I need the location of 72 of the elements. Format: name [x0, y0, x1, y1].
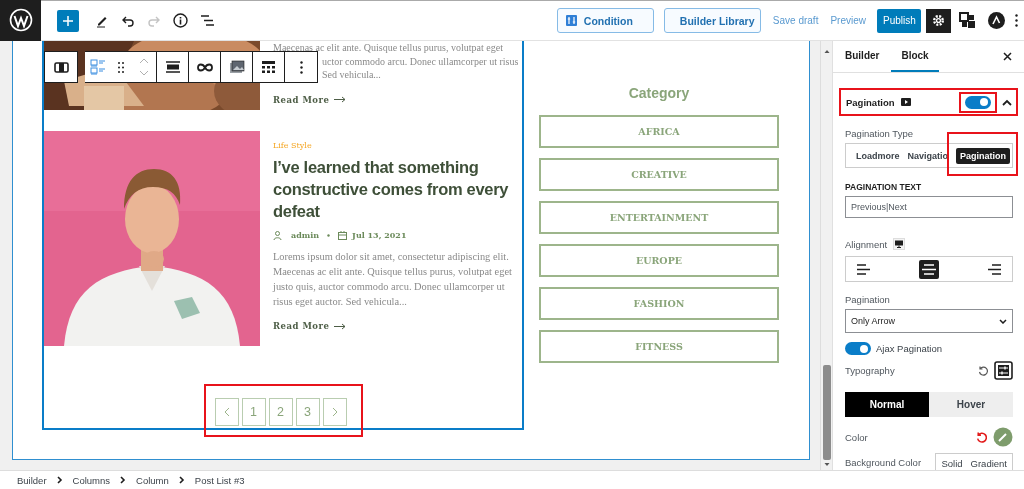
- excerpt-line: Maecenas ac elit ante. Quisque tellus purus, volutpat eget: [273, 41, 504, 55]
- separator-dot: [327, 233, 331, 237]
- align-center-button[interactable]: [919, 259, 939, 279]
- breadcrumb-item[interactable]: Column: [136, 474, 169, 486]
- type-option[interactable]: Gradient: [970, 458, 1007, 469]
- field-label: Pagination: [845, 294, 891, 305]
- toggle-switch[interactable]: [845, 342, 871, 355]
- state-tab[interactable]: Normal: [845, 392, 929, 417]
- breadcrumb-item[interactable]: Builder: [17, 474, 47, 486]
- video-icon: [900, 98, 911, 106]
- user-icon: [273, 230, 282, 240]
- arrow-right-icon: [334, 96, 347, 103]
- settings-sliders-icon[interactable]: [994, 361, 1013, 380]
- info-icon[interactable]: [173, 13, 188, 28]
- color-swatch[interactable]: [993, 427, 1013, 447]
- post-author[interactable]: admin: [291, 230, 320, 240]
- post-date: Jul 13, 2021: [352, 230, 407, 240]
- breadcrumb-item[interactable]: Post List #3: [194, 474, 245, 486]
- desktop-icon[interactable]: [893, 238, 906, 250]
- toggle-switch[interactable]: [965, 95, 991, 109]
- field-label: Color: [845, 431, 868, 443]
- astra-logo-icon[interactable]: [988, 12, 1005, 29]
- blocks-icon[interactable]: [959, 12, 976, 29]
- filter-icon: [565, 15, 577, 26]
- more-options-icon[interactable]: [1015, 14, 1018, 27]
- chevron-icon: [178, 476, 185, 484]
- type-option[interactable]: Solid: [941, 458, 963, 469]
- type-option[interactable]: Loadmore: [852, 147, 904, 164]
- category-label: Life Style: [273, 141, 313, 150]
- chevron-right-icon: [331, 407, 338, 417]
- plus-icon: [62, 14, 74, 27]
- library-button[interactable]: Builder Library: [663, 8, 761, 33]
- field-label: Typography: [845, 365, 895, 376]
- field-label: Background Color: [845, 456, 922, 468]
- chevron-up-icon[interactable]: [1002, 98, 1012, 106]
- excerpt-line: uctor commodo arcu. Donec ullamcorper ut risus: [321, 54, 520, 68]
- reset-icon[interactable]: [978, 365, 988, 376]
- breadcrumb-item[interactable]: Columns: [72, 474, 111, 486]
- highlight-frame: [947, 132, 1018, 176]
- publish-button[interactable]: Publish: [877, 8, 921, 33]
- chevron-icon: [120, 476, 127, 484]
- sidebar-tab[interactable]: Block: [891, 41, 939, 72]
- read-more-link[interactable]: Read More: [273, 321, 347, 331]
- gear-icon: [932, 14, 945, 27]
- excerpt-line: Sed vehicula...: [321, 68, 382, 82]
- dropdown[interactable]: Only Arrow: [845, 309, 1013, 333]
- close-icon[interactable]: [1003, 52, 1012, 61]
- field-label: Pagination Type: [845, 128, 914, 139]
- reset-icon[interactable]: [976, 431, 987, 443]
- arrow-right-icon: [334, 322, 347, 330]
- text-field[interactable]: Previous|Next: [845, 196, 1013, 218]
- list-view-icon[interactable]: [200, 14, 215, 27]
- post-excerpt: Lorems ipsum dolor sit amet, consectetur adipiscing elit. Maecenas ac elit ante. Quisque tellus purus, volutpat eget justo quis, auctor commodo arcu. Donec ullamcorper ut risus eget auctor. Sed vehicula...: [273, 250, 513, 309]
- sidebar-tab[interactable]: Builder: [845, 41, 890, 72]
- widget-title: Category: [628, 84, 690, 102]
- type-option[interactable]: Pagination: [956, 147, 1010, 164]
- chevron-left-icon: [223, 407, 230, 417]
- chevron-icon: [56, 476, 63, 484]
- chevron-down-icon: [999, 318, 1007, 324]
- state-tab[interactable]: Hover: [929, 392, 1013, 417]
- field-label: PAGINATION TEXT: [845, 182, 923, 192]
- condition-button[interactable]: Condition: [556, 8, 654, 33]
- field-label: Alignment: [845, 238, 888, 250]
- post-title[interactable]: I’ve learned that something constructive comes from every defeat: [273, 156, 522, 222]
- toggle-label: Ajax Pagination: [876, 343, 943, 354]
- calendar-icon: [338, 230, 348, 240]
- wordpress-logo[interactable]: [0, 0, 41, 41]
- panel-title[interactable]: Pagination: [846, 96, 895, 108]
- add-block-button[interactable]: [57, 9, 79, 32]
- type-option[interactable]: Navigatio: [903, 147, 953, 164]
- settings-button[interactable]: [926, 8, 951, 33]
- read-more-link[interactable]: Read More: [273, 94, 347, 105]
